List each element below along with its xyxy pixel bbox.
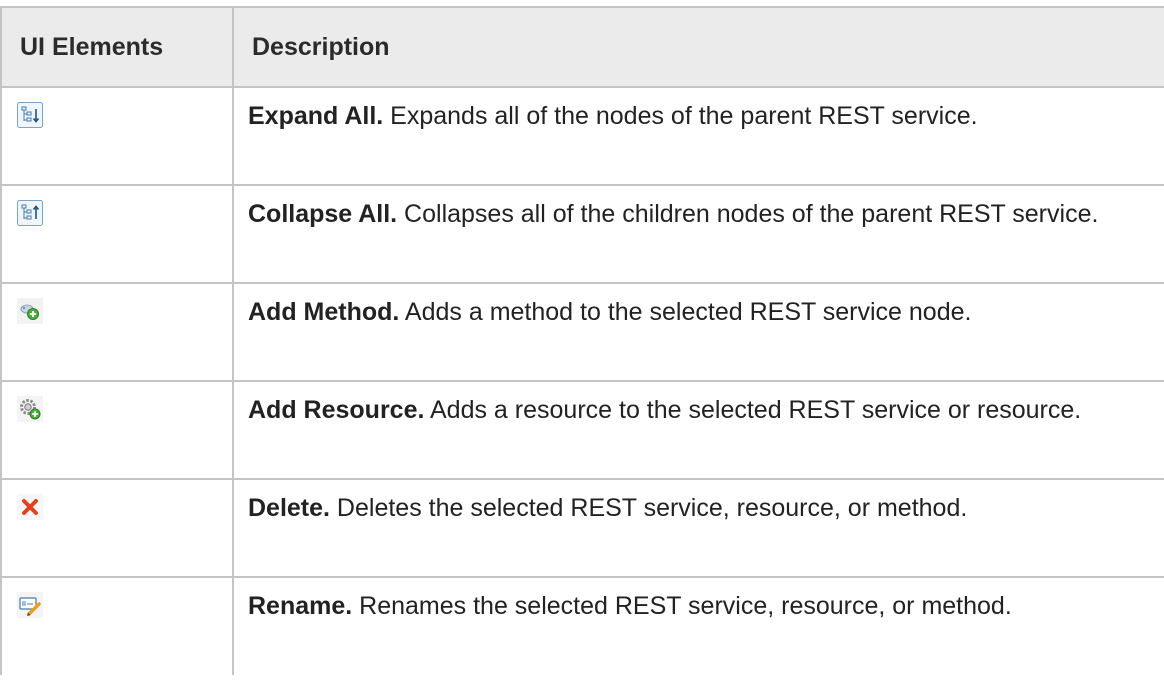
table-row: Add Method. Adds a method to the selecte… <box>0 283 1164 382</box>
rename-icon <box>17 592 43 618</box>
ui-element-cell <box>0 479 233 578</box>
expand-all-icon <box>17 102 43 128</box>
element-description: Adds a resource to the selected REST ser… <box>424 396 1082 424</box>
description-cell: Add Resource. Adds a resource to the sel… <box>232 381 1164 480</box>
element-name: Add Resource. <box>248 396 425 424</box>
element-name: Delete. <box>248 494 330 522</box>
ui-element-cell <box>0 283 233 382</box>
ui-element-cell <box>0 87 233 186</box>
element-name: Rename. <box>248 592 353 620</box>
table-row: Collapse All. Collapses all of the child… <box>0 185 1164 284</box>
add-method-icon <box>17 298 43 324</box>
ui-elements-table: UI Elements Description Expand All. Expa… <box>0 6 1164 675</box>
column-header-description: Description <box>232 6 1164 88</box>
element-description: Expands all of the nodes of the parent R… <box>383 102 978 130</box>
table-header-row: UI Elements Description <box>0 6 1164 88</box>
description-cell: Collapse All. Collapses all of the child… <box>232 185 1164 284</box>
delete-icon <box>17 494 43 520</box>
element-name: Add Method. <box>248 298 400 326</box>
ui-element-cell <box>0 185 233 284</box>
element-description: Renames the selected REST service, resou… <box>352 592 1012 620</box>
element-description: Deletes the selected REST service, resou… <box>329 494 968 522</box>
description-cell: Expand All. Expands all of the nodes of … <box>232 87 1164 186</box>
element-description: Collapses all of the children nodes of t… <box>397 200 1099 228</box>
ui-element-cell <box>0 577 233 675</box>
table-row: Add Resource. Adds a resource to the sel… <box>0 381 1164 480</box>
add-resource-icon <box>17 396 43 422</box>
description-cell: Rename. Renames the selected REST servic… <box>232 577 1164 675</box>
element-name: Collapse All. <box>248 200 398 228</box>
ui-element-cell <box>0 381 233 480</box>
table-row: Expand All. Expands all of the nodes of … <box>0 87 1164 186</box>
element-name: Expand All. <box>248 102 384 130</box>
description-cell: Add Method. Adds a method to the selecte… <box>232 283 1164 382</box>
column-header-ui-elements: UI Elements <box>0 6 233 88</box>
table-row: Delete. Deletes the selected REST servic… <box>0 479 1164 578</box>
table-row: Rename. Renames the selected REST servic… <box>0 577 1164 675</box>
description-cell: Delete. Deletes the selected REST servic… <box>232 479 1164 578</box>
collapse-all-icon <box>17 200 43 226</box>
element-description: Adds a method to the selected REST servi… <box>399 298 972 326</box>
